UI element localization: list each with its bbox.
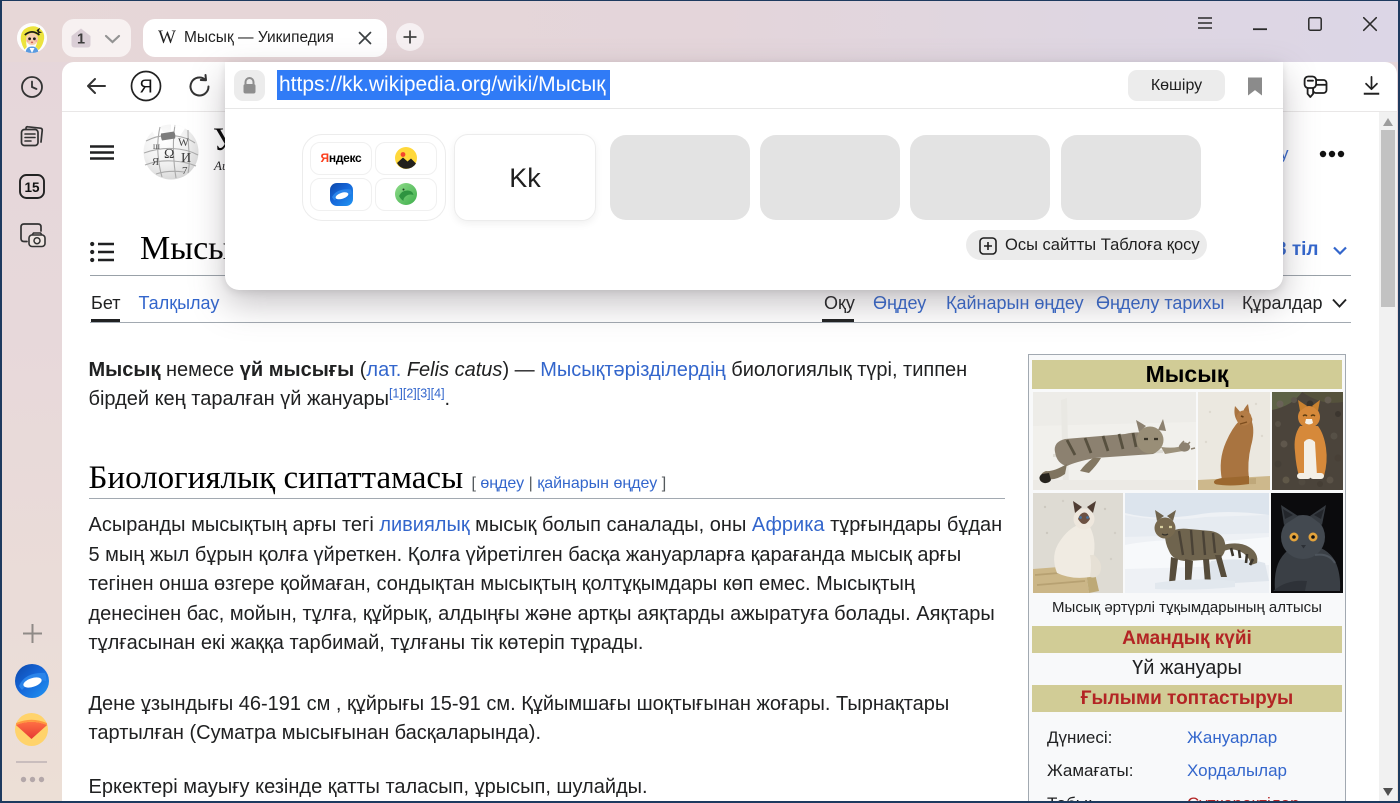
svg-text:Ω: Ω [164,147,174,162]
svg-text:7: 7 [182,165,188,177]
svg-text:И: И [181,151,191,166]
svg-text:ш: ш [153,141,160,151]
svg-text:Я: Я [152,157,159,168]
svg-text:15: 15 [24,180,40,195]
svg-text:W: W [178,137,189,149]
svg-text:1: 1 [77,32,85,48]
svg-text:Я: Я [139,76,152,97]
